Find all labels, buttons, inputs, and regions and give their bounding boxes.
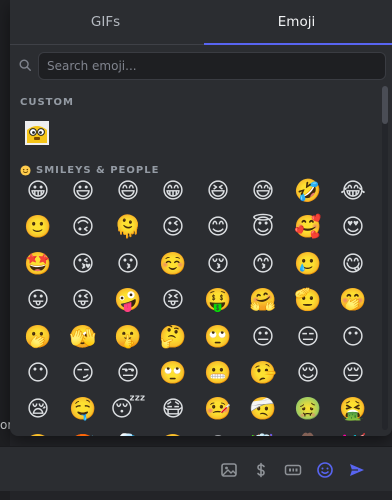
- emoji-cell[interactable]: 🤗: [243, 287, 283, 315]
- emoji-icon[interactable]: [314, 459, 336, 481]
- emoji-cell[interactable]: 😬: [198, 360, 238, 388]
- tab-gifs[interactable]: GIFs: [10, 0, 201, 44]
- emoji-cell[interactable]: 😛: [18, 287, 58, 315]
- dollar-icon[interactable]: [250, 459, 272, 481]
- emoji-cell[interactable]: 😗: [108, 251, 148, 279]
- emoji-cell[interactable]: 🥶: [108, 433, 148, 436]
- emoji-cell[interactable]: 😑: [288, 324, 328, 352]
- emoji-grid: 😀 😃 😄 😁 😆 😅 🤣 😂 🙂 🙃 🫠 😉 😊 😇 🥰 😍 🤩 😘 😗 ☺️…: [18, 178, 374, 437]
- message-composer: [0, 446, 392, 491]
- emoji-cell[interactable]: 😍: [333, 214, 373, 242]
- emoji-cell[interactable]: 😵: [198, 433, 238, 436]
- gif-icon[interactable]: [282, 459, 304, 481]
- emoji-cell[interactable]: 🤒: [198, 396, 238, 424]
- emoji-cell[interactable]: 😄: [108, 178, 148, 206]
- emoji-cell[interactable]: 😘: [63, 251, 103, 279]
- emoji-cell[interactable]: 🤔: [153, 324, 193, 352]
- emoji-cell[interactable]: 😆: [198, 178, 238, 206]
- emoji-cell[interactable]: 🤯: [243, 433, 283, 436]
- emoji-cell[interactable]: 😶: [18, 360, 58, 388]
- tab-emoji[interactable]: Emoji: [201, 0, 392, 44]
- emoji-cell[interactable]: 🤥: [243, 360, 283, 388]
- emoji-cell[interactable]: 🙄: [198, 324, 238, 352]
- emoji-cell[interactable]: 😋: [333, 251, 373, 279]
- emoji-cell[interactable]: 😂: [333, 178, 373, 206]
- emoji-cell[interactable]: 😊: [198, 214, 238, 242]
- emoji-cell[interactable]: 😶: [333, 324, 373, 352]
- emoji-cell[interactable]: 🥳: [333, 433, 373, 436]
- composer-icons: [218, 459, 368, 481]
- emoji-cell[interactable]: 🫢: [18, 324, 58, 352]
- emoji-cell[interactable]: 🤭: [333, 287, 373, 315]
- custom-emoji-icon[interactable]: [24, 120, 50, 146]
- emoji-cell[interactable]: 🫠: [108, 214, 148, 242]
- emoji-cell[interactable]: 🥴: [153, 433, 193, 436]
- emoji-cell[interactable]: 🫣: [63, 324, 103, 352]
- emoji-cell[interactable]: 😏: [63, 360, 103, 388]
- emoji-cell[interactable]: 🤣: [288, 178, 328, 206]
- emoji-cell[interactable]: 🤪: [108, 287, 148, 315]
- emoji-cell[interactable]: 😜: [63, 287, 103, 315]
- emoji-cell[interactable]: 😝: [153, 287, 193, 315]
- emoji-cell[interactable]: 😁: [153, 178, 193, 206]
- scrollbar-thumb[interactable]: [382, 86, 388, 124]
- emoji-cell[interactable]: 🥲: [288, 251, 328, 279]
- picker-tabs: GIFs Emoji: [10, 0, 392, 45]
- emoji-cell[interactable]: 😷: [153, 396, 193, 424]
- emoji-cell[interactable]: ☺️: [153, 251, 193, 279]
- emoji-cell[interactable]: 😉: [153, 214, 193, 242]
- emoji-cell[interactable]: 😐: [243, 324, 283, 352]
- emoji-cell[interactable]: 😒: [108, 360, 148, 388]
- emoji-cell[interactable]: 🥵: [63, 433, 103, 436]
- emoji-cell[interactable]: 😇: [243, 214, 283, 242]
- send-icon[interactable]: [346, 459, 368, 481]
- emoji-cell[interactable]: 🙂: [18, 214, 58, 242]
- emoji-cell[interactable]: 😴: [108, 396, 148, 424]
- emoji-cell[interactable]: 🤢: [288, 396, 328, 424]
- emoji-cell[interactable]: 🤫: [108, 324, 148, 352]
- emoji-cell[interactable]: 🤤: [63, 396, 103, 424]
- smiley-icon: [20, 165, 31, 176]
- image-icon[interactable]: [218, 459, 240, 481]
- section-label-custom: CUSTOM: [20, 97, 74, 108]
- emoji-cell[interactable]: 😃: [63, 178, 103, 206]
- emoji-cell[interactable]: 🤕: [243, 396, 283, 424]
- emoji-cell[interactable]: 🫡: [288, 287, 328, 315]
- active-tab-indicator: [204, 43, 392, 45]
- emoji-picker-popover: GIFs Emoji CUSTOM SMILEYS & PEOPLE 😀 😃: [10, 0, 392, 436]
- scrollbar-track[interactable]: [382, 86, 388, 430]
- emoji-cell[interactable]: 🤩: [18, 251, 58, 279]
- search-input[interactable]: [39, 59, 385, 73]
- section-custom-text: CUSTOM: [20, 97, 74, 108]
- emoji-cell[interactable]: 🙃: [63, 214, 103, 242]
- emoji-cell[interactable]: 😙: [243, 251, 283, 279]
- emoji-cell[interactable]: 🤮: [333, 396, 373, 424]
- emoji-cell[interactable]: 😅: [243, 178, 283, 206]
- emoji-cell[interactable]: 🥰: [288, 214, 328, 242]
- search-box: [38, 52, 386, 80]
- search-icon: [19, 59, 31, 71]
- emoji-cell[interactable]: 🙄: [153, 360, 193, 388]
- emoji-cell[interactable]: 🤧: [18, 433, 58, 436]
- emoji-cell[interactable]: 🤑: [198, 287, 238, 315]
- emoji-cell[interactable]: 🤠: [288, 433, 328, 436]
- emoji-cell[interactable]: 😌: [288, 360, 328, 388]
- emoji-cell[interactable]: 😔: [333, 360, 373, 388]
- section-smileys-text: SMILEYS & PEOPLE: [36, 165, 160, 176]
- emoji-cell[interactable]: 😚: [198, 251, 238, 279]
- emoji-cell[interactable]: 😀: [18, 178, 58, 206]
- section-label-smileys: SMILEYS & PEOPLE: [20, 165, 159, 176]
- emoji-cell[interactable]: 😪: [18, 396, 58, 424]
